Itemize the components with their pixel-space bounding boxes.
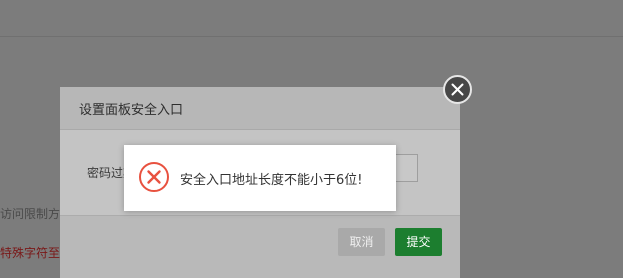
password-expiry-label: 密码过期 [87,166,124,180]
background-divider [0,36,623,37]
dialog-title: 设置面板安全入口 [79,103,184,118]
dialog-footer: 取消 提交 [60,215,460,278]
dialog-close-button[interactable] [443,75,472,104]
alert-message: 安全入口地址长度不能小于6位! [180,173,363,188]
error-x-circle-icon [139,162,169,192]
dialog-header: 设置面板安全入口 [60,87,460,130]
error-alert: 安全入口地址长度不能小于6位! [124,145,396,211]
submit-button[interactable]: 提交 [395,228,442,256]
close-icon [451,83,464,96]
cancel-button[interactable]: 取消 [338,228,385,256]
